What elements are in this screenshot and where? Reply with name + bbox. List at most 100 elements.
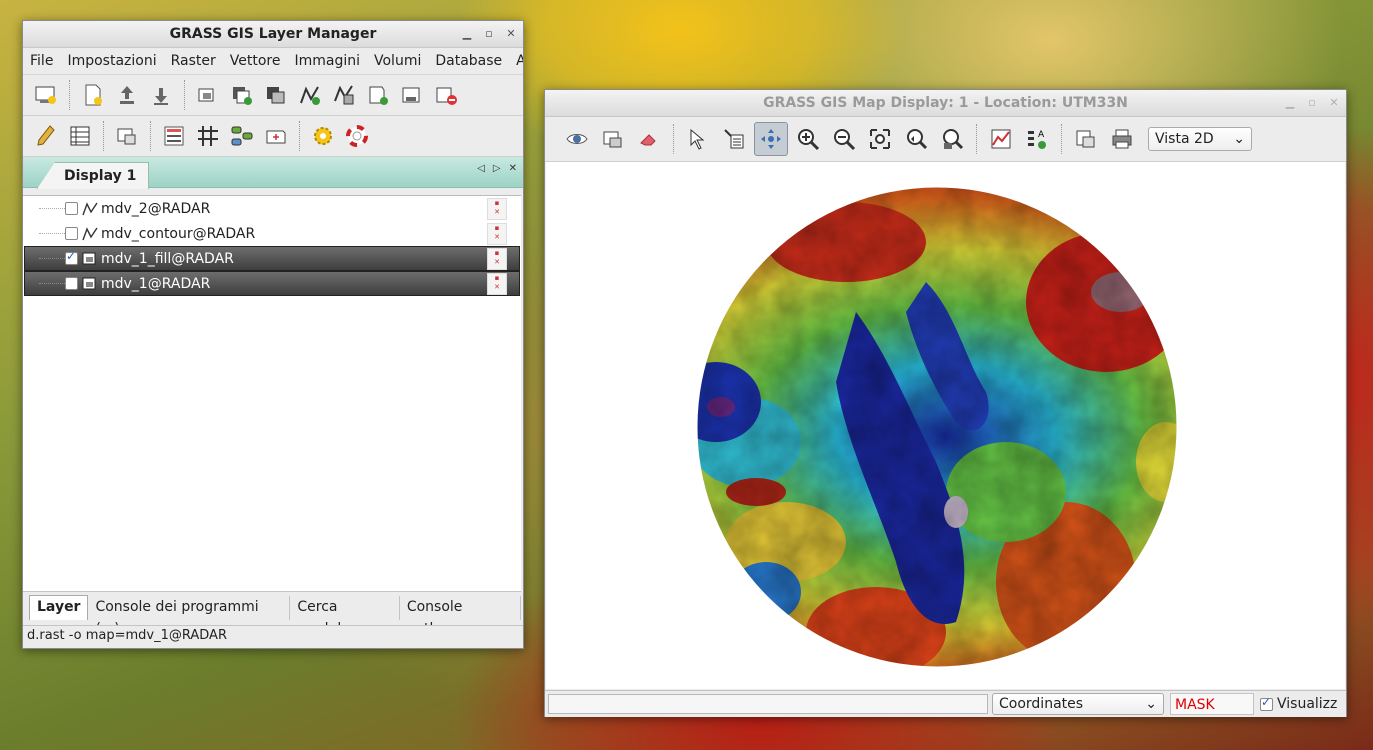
tab-search-module[interactable]: Cerca modulo — [290, 596, 400, 637]
attribute-table-icon[interactable] — [65, 121, 95, 151]
pointer-icon[interactable] — [682, 123, 714, 155]
help-lifebuoy-icon[interactable] — [342, 121, 372, 151]
bottom-tab-bar: Layer Console dei programmi (...) Cerca … — [23, 591, 522, 637]
main-toolbar — [23, 75, 523, 116]
minimize-icon[interactable]: ▁ — [461, 28, 473, 40]
map-canvas[interactable] — [546, 162, 1345, 689]
save-display-icon[interactable] — [1070, 123, 1102, 155]
grid-icon[interactable] — [193, 121, 223, 151]
layer-name: mdv_2@RADAR — [101, 200, 211, 217]
add-multiple-rasters-icon[interactable] — [227, 80, 257, 110]
chevron-down-icon: ⌄ — [1145, 696, 1157, 712]
layer-properties-button[interactable]: ▪ ✕ — [487, 198, 507, 220]
zoom-out-icon[interactable] — [828, 123, 860, 155]
layer-manager-title: GRASS GIS Layer Manager — [169, 26, 377, 42]
tab-scroll-right-icon[interactable]: ▷ — [493, 163, 501, 174]
menu-immagini[interactable]: Immagini — [287, 53, 367, 69]
display-map-eye-icon[interactable] — [561, 123, 593, 155]
edit-pencil-icon[interactable] — [31, 121, 61, 151]
raster-layer-icon — [82, 252, 96, 264]
tab-display-1[interactable]: Display 1 — [37, 162, 150, 189]
add-raster-icon[interactable] — [193, 80, 223, 110]
coordinates-select[interactable]: Coordinates ⌄ — [992, 693, 1164, 715]
render-checkbox[interactable]: Visualizz — [1260, 696, 1340, 712]
graphical-modeler-icon[interactable] — [227, 121, 257, 151]
menu-file[interactable]: File — [23, 53, 60, 69]
zoom-options-icon[interactable] — [936, 123, 968, 155]
map-display-window: GRASS GIS Map Display: 1 - Location: UTM… — [544, 89, 1347, 717]
render-checkbox-box[interactable] — [1260, 696, 1273, 711]
view-mode-value: Vista 2D — [1155, 131, 1214, 147]
erase-icon[interactable] — [633, 123, 665, 155]
pan-icon[interactable] — [754, 122, 788, 156]
menu-volumi[interactable]: Volumi — [367, 53, 428, 69]
layer-visibility-checkbox[interactable] — [65, 277, 78, 290]
tree-connector — [39, 283, 65, 284]
map-display-titlebar[interactable]: GRASS GIS Map Display: 1 - Location: UTM… — [545, 90, 1346, 117]
menubar: File Impostazioni Raster Vettore Immagin… — [23, 48, 523, 75]
layer-name: mdv_1@RADAR — [101, 275, 211, 292]
maximize-icon[interactable]: ▫ — [1306, 97, 1318, 109]
menu-impostazioni[interactable]: Impostazioni — [60, 53, 163, 69]
zoom-back-icon[interactable] — [900, 123, 932, 155]
zoom-extent-icon[interactable] — [864, 123, 896, 155]
menu-database[interactable]: Database — [428, 53, 509, 69]
layer-manager-window: GRASS GIS Layer Manager ▁ ▫ ✕ File Impos… — [22, 20, 524, 649]
layer-row[interactable]: mdv_1@RADAR ▪ ✕ — [24, 271, 520, 296]
zoom-in-icon[interactable] — [792, 123, 824, 155]
settings-gear-icon[interactable] — [308, 121, 338, 151]
mask-indicator: MASK — [1170, 693, 1254, 715]
layer-properties-button[interactable]: ▪ ✕ — [487, 248, 507, 270]
tree-connector — [39, 208, 65, 209]
coordinates-select-value: Coordinates — [999, 696, 1084, 712]
query-icon[interactable] — [718, 123, 750, 155]
menu-vettore[interactable]: Vettore — [223, 53, 288, 69]
close-icon[interactable]: ✕ — [1328, 97, 1340, 109]
layer-properties-button[interactable]: ▪ ✕ — [487, 223, 507, 245]
layer-name: mdv_contour@RADAR — [101, 225, 256, 242]
add-multiple-vectors-icon[interactable] — [329, 80, 359, 110]
layer-manager-titlebar[interactable]: GRASS GIS Layer Manager ▁ ▫ ✕ — [23, 21, 523, 48]
raster-calculator-icon[interactable] — [159, 121, 189, 151]
tree-connector — [39, 258, 65, 259]
command-status: d.rast -o map=mdv_1@RADAR — [23, 625, 523, 646]
tree-connector — [39, 233, 65, 234]
layer-row[interactable]: mdv_1_fill@RADAR ▪✕ — [24, 246, 520, 271]
maximize-icon[interactable]: ▫ — [483, 28, 495, 40]
tab-scroll-left-icon[interactable]: ◁ — [477, 163, 485, 174]
map-window-icon[interactable] — [112, 121, 142, 151]
render-map-icon[interactable] — [597, 123, 629, 155]
tab-console[interactable]: Console dei programmi (...) — [88, 596, 291, 637]
layer-visibility-checkbox[interactable] — [65, 249, 78, 265]
add-raster-misc-icon[interactable] — [261, 80, 291, 110]
close-icon[interactable]: ✕ — [505, 28, 517, 40]
layer-properties-button[interactable]: ▪ ✕ — [487, 273, 507, 295]
add-map-elements-icon[interactable]: A — [1021, 123, 1053, 155]
save-workspace-icon[interactable] — [146, 80, 176, 110]
add-vector-misc-icon[interactable] — [363, 80, 393, 110]
print-icon[interactable] — [1106, 123, 1138, 155]
render-checkbox-label: Visualizz — [1277, 696, 1338, 712]
tab-python-console[interactable]: Console python — [400, 596, 522, 637]
remove-layer-icon[interactable] — [431, 80, 461, 110]
analyze-map-icon[interactable] — [985, 123, 1017, 155]
svg-text:A: A — [1038, 130, 1045, 140]
load-workspace-icon[interactable] — [112, 80, 142, 110]
menu-ai[interactable]: Ai — [509, 53, 523, 69]
tab-layer[interactable]: Layer — [29, 595, 89, 620]
new-workspace-icon[interactable] — [78, 80, 108, 110]
layer-visibility-checkbox[interactable] — [65, 227, 78, 240]
new-display-icon[interactable] — [31, 80, 61, 110]
add-vector-icon[interactable] — [295, 80, 325, 110]
layer-tree: mdv_2@RADAR ▪✕ mdv_contour@RADAR ▪✕ mdv_… — [23, 195, 521, 591]
layer-row[interactable]: mdv_2@RADAR ▪ ✕ — [24, 196, 520, 221]
layer-row[interactable]: mdv_contour@RADAR ▪ ✕ — [24, 221, 520, 246]
georectify-icon[interactable] — [261, 121, 291, 151]
add-group-icon[interactable] — [397, 80, 427, 110]
layer-visibility-checkbox[interactable] — [65, 202, 78, 215]
secondary-toolbar — [23, 116, 523, 157]
minimize-icon[interactable]: ▁ — [1284, 97, 1296, 109]
view-mode-select[interactable]: Vista 2D ⌄ — [1148, 127, 1252, 151]
menu-raster[interactable]: Raster — [164, 53, 223, 69]
tab-close-icon[interactable]: ✕ — [509, 163, 517, 174]
